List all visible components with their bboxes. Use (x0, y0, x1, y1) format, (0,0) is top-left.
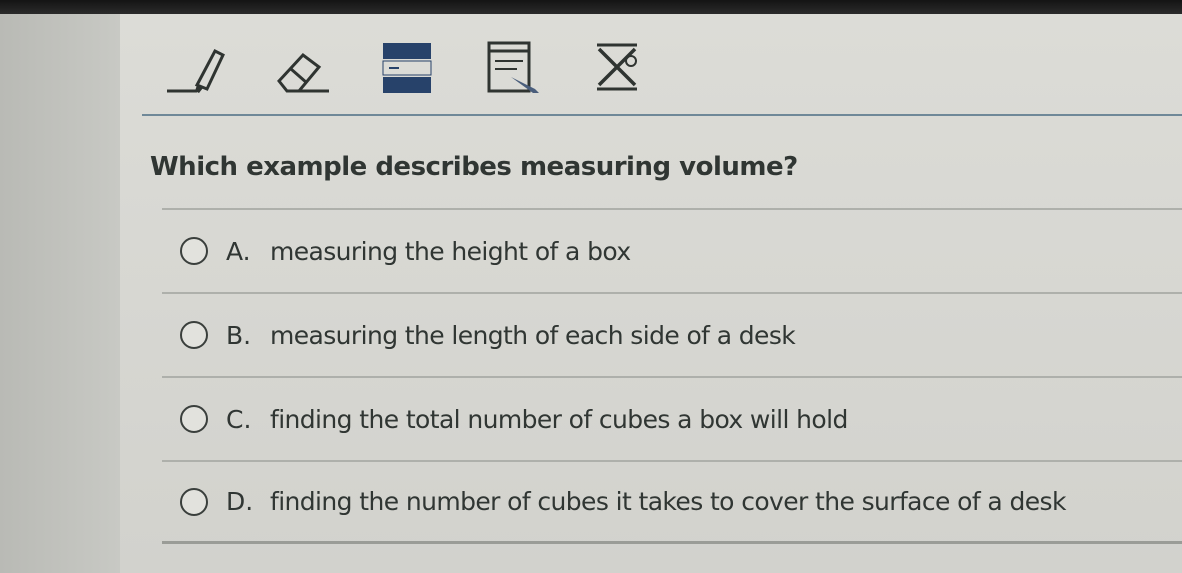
option-text: measuring the height of a box (270, 236, 631, 266)
option-letter: B. (226, 320, 252, 350)
notepad-tool-button[interactable] (478, 32, 548, 102)
option-letter: D. (226, 487, 254, 516)
notepad-icon (481, 37, 545, 97)
option-text: finding the total number of cubes a box … (270, 404, 848, 434)
left-gutter (0, 14, 120, 573)
tools-toolbar (160, 32, 690, 102)
option-letter: C. (226, 404, 252, 434)
screen-bezel (0, 0, 1182, 14)
question-text: Which example describes measuring volume… (150, 152, 798, 182)
answer-option-b[interactable]: B. measuring the length of each side of … (162, 292, 1182, 376)
answer-eliminator-icon (591, 37, 647, 97)
question-panel: Which example describes measuring volume… (120, 14, 1182, 573)
answer-option-d[interactable]: D. finding the number of cubes it takes … (162, 460, 1182, 544)
line-reader-icon (379, 37, 435, 97)
answer-eliminator-tool-button[interactable] (584, 32, 654, 102)
radio-button-a[interactable] (180, 237, 208, 265)
highlighter-tool-button[interactable] (160, 32, 230, 102)
radio-button-b[interactable] (180, 321, 208, 349)
toolbar-divider (142, 114, 1182, 116)
eraser-icon (269, 37, 333, 97)
radio-button-c[interactable] (180, 405, 208, 433)
answer-option-a[interactable]: A. measuring the height of a box (162, 208, 1182, 292)
option-text: measuring the length of each side of a d… (270, 320, 796, 350)
answer-options: A. measuring the height of a box B. meas… (162, 208, 1182, 544)
option-letter: A. (226, 236, 251, 266)
answer-option-c[interactable]: C. finding the total number of cubes a b… (162, 376, 1182, 460)
highlighter-icon (163, 37, 227, 97)
option-text: finding the number of cubes it takes to … (270, 487, 1066, 516)
line-reader-tool-button[interactable] (372, 32, 442, 102)
eraser-tool-button[interactable] (266, 32, 336, 102)
radio-button-d[interactable] (180, 487, 208, 516)
